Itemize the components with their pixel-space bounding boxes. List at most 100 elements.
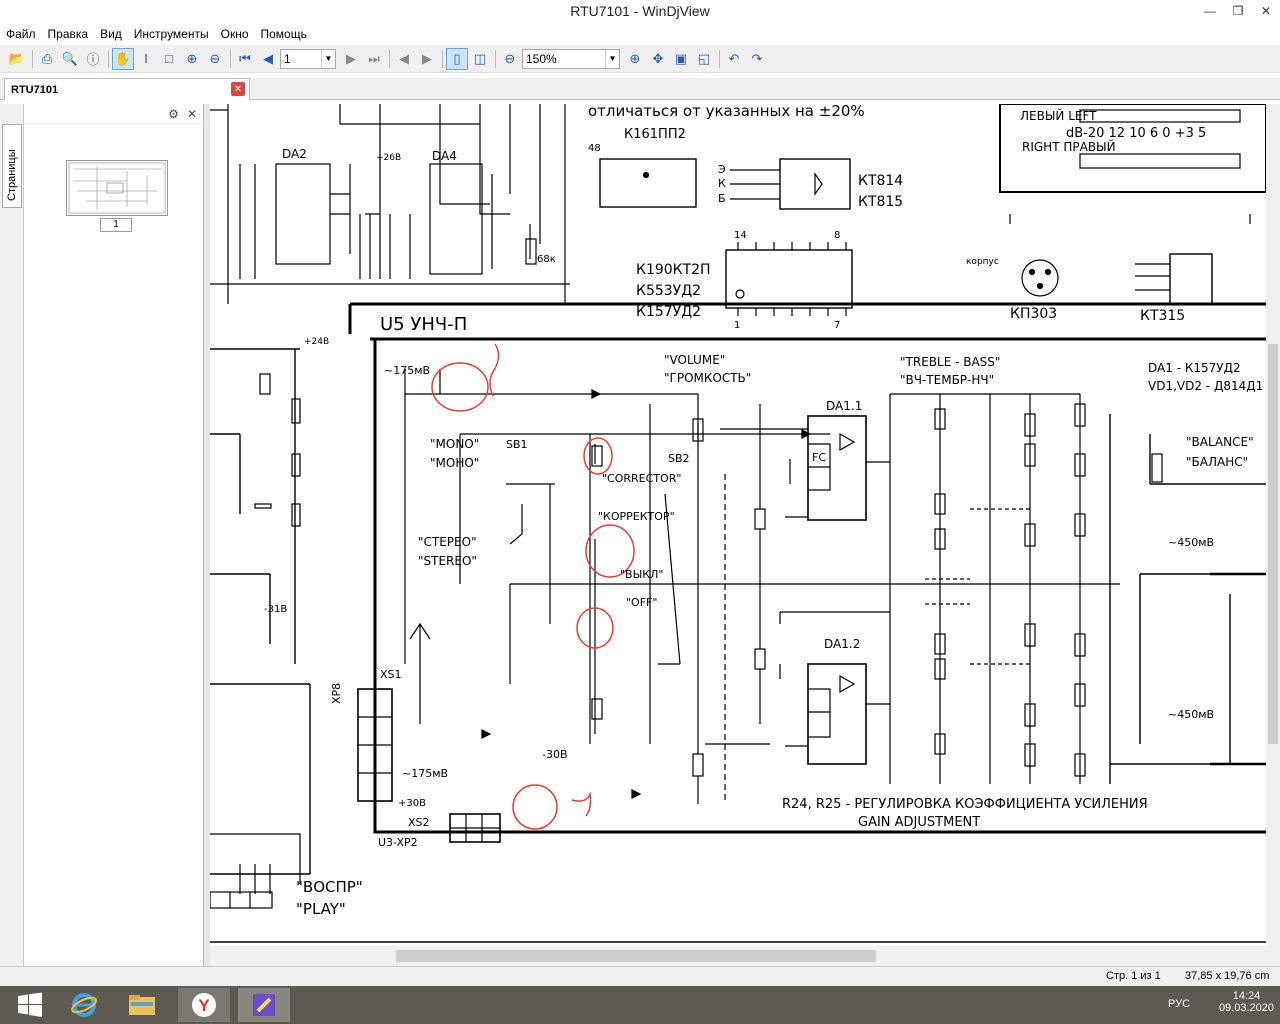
zoom-out-icon[interactable]: ⊖ xyxy=(499,48,521,70)
title-bar: RTU7101 - WinDjView — ❐ ✕ xyxy=(0,0,1280,24)
status-bar: Стр. 1 из 1 37,85 x 19,76 cm xyxy=(0,966,1280,986)
two-pages-icon[interactable]: ◫ xyxy=(469,48,491,70)
menu-help[interactable]: Помощь xyxy=(261,27,307,41)
label-fc: FC xyxy=(812,451,826,464)
label-vykl: "ВЫКЛ" xyxy=(620,568,663,581)
select-rect-icon[interactable]: □ xyxy=(158,48,180,70)
document-tab-bar: RTU7101 ✕ xyxy=(0,78,1280,100)
label-b: Б xyxy=(718,192,726,205)
label-vd: VD1,VD2 - Д814Д1 xyxy=(1148,379,1263,393)
rotate-right-icon[interactable]: ↷ xyxy=(746,48,768,70)
windows-start-icon[interactable] xyxy=(4,988,56,1022)
chevron-down-icon: ▼ xyxy=(321,49,335,68)
clock[interactable]: 14:24 09.03.2020 xyxy=(1219,990,1274,1014)
yandex-browser-icon[interactable]: Y xyxy=(178,988,230,1022)
close-tab-icon[interactable]: ✕ xyxy=(231,82,245,96)
label-da4: DA4 xyxy=(432,149,457,163)
keyboard-language[interactable]: РУС xyxy=(1168,998,1190,1010)
label-u5: U5 УНЧ-П xyxy=(380,314,467,335)
page-number-value: 1 xyxy=(284,51,291,66)
maximize-button[interactable]: ❐ xyxy=(1224,0,1252,22)
label-left: ЛЕВЫЙ LEFT xyxy=(1020,108,1097,123)
label-v308p: +30В xyxy=(398,798,426,809)
label-balans: "БАЛАНС" xyxy=(1186,455,1248,469)
label-ic-pin7: 7 xyxy=(834,320,840,331)
label-db-scale: dB-20 12 10 6 0 +3 5 xyxy=(1066,126,1206,141)
label-stereo-ru: "СТЕРЕО" xyxy=(418,535,477,549)
label-mono: "MONO" xyxy=(430,437,479,451)
actual-size-icon[interactable]: ◱ xyxy=(693,48,715,70)
label-mv175-top: ~175мВ xyxy=(384,364,430,377)
menu-bar: Файл Правка Вид Инструменты Окно Помощь xyxy=(0,24,1280,44)
find-icon[interactable]: 🔍 xyxy=(59,48,81,70)
tab-pages[interactable]: Страницы xyxy=(2,124,22,208)
close-panel-icon[interactable]: ✕ xyxy=(187,107,197,121)
gear-icon[interactable]: ⚙ xyxy=(168,107,179,121)
label-k: К xyxy=(718,177,726,190)
fit-width-icon[interactable]: ▣ xyxy=(670,48,692,70)
page-thumbnail[interactable] xyxy=(66,160,168,216)
menu-edit[interactable]: Правка xyxy=(48,27,89,41)
hand-tool-icon[interactable]: ✋ xyxy=(112,47,134,70)
zoom-out-tool-icon[interactable]: ⊖ xyxy=(204,48,226,70)
toolbar: 📂 ⎙ 🔍 ⓘ ✋ I □ ⊕ ⊖ ⏮ ◀ 1 ▼ ▶ ⏭ ◀ ▶ ▯ ◫ ⊖ … xyxy=(0,45,1280,73)
label-balance: "BALANCE" xyxy=(1186,435,1254,449)
page-number-select[interactable]: 1 ▼ xyxy=(280,48,336,69)
menu-view[interactable]: Вид xyxy=(100,27,122,41)
svg-text:Y: Y xyxy=(198,996,210,1015)
label-treble: "TREBLE - BASS" xyxy=(900,355,1000,369)
label-ic-pin1: 1 xyxy=(734,320,740,331)
prev-page-icon[interactable]: ◀ xyxy=(257,48,279,70)
label-pin48: 48 xyxy=(588,143,601,154)
status-page-size: 37,85 x 19,76 cm xyxy=(1185,970,1270,982)
label-sb2: SB2 xyxy=(668,452,690,465)
window-title: RTU7101 - WinDjView xyxy=(570,3,710,19)
label-e: Э xyxy=(718,163,726,176)
label-mv450-bottom: ~450мВ xyxy=(1168,708,1214,721)
first-page-icon[interactable]: ⏮ xyxy=(234,48,256,70)
taskbar: Y РУС 14:24 09.03.2020 xyxy=(0,986,1280,1024)
forward-icon[interactable]: ▶ xyxy=(416,48,438,70)
label-da2: DA2 xyxy=(282,147,307,161)
label-kt814: КТ814 xyxy=(858,173,903,189)
zoom-in-tool-icon[interactable]: ⊕ xyxy=(181,48,203,70)
zoom-in-icon[interactable]: ⊕ xyxy=(624,48,646,70)
schematic-page: отличаться от указанных на ±20% К161ПП2 … xyxy=(210,104,1266,943)
tab-pages-label: Страницы xyxy=(6,149,18,201)
minimize-button[interactable]: — xyxy=(1196,0,1224,22)
schematic-top-note: отличаться от указанных на ±20% xyxy=(588,104,865,120)
rotate-left-icon[interactable]: ↶ xyxy=(723,48,745,70)
document-view[interactable]: отличаться от указанных на ±20% К161ПП2 … xyxy=(210,104,1266,946)
label-k190: К190КТ2П xyxy=(636,262,711,278)
vertical-scrollbar[interactable] xyxy=(1266,104,1280,946)
file-explorer-icon[interactable] xyxy=(116,988,168,1022)
label-korrektor: "КОРРЕКТОР" xyxy=(598,510,675,523)
horizontal-scrollbar[interactable] xyxy=(210,946,1280,966)
windjview-taskbar-icon[interactable] xyxy=(238,988,290,1022)
clock-time: 14:24 xyxy=(1232,990,1261,1002)
single-page-icon[interactable]: ▯ xyxy=(446,47,468,70)
label-sb1: SB1 xyxy=(506,438,528,451)
info-icon[interactable]: ⓘ xyxy=(82,48,104,70)
label-da11: DA1.1 xyxy=(826,399,862,413)
back-icon[interactable]: ◀ xyxy=(393,48,415,70)
fit-page-icon[interactable]: ✥ xyxy=(647,48,669,70)
tab-rtu7101[interactable]: RTU7101 ✕ xyxy=(4,78,250,100)
select-text-icon[interactable]: I xyxy=(135,48,157,70)
label-xp8: XP8 xyxy=(330,683,343,704)
next-page-icon[interactable]: ▶ xyxy=(340,48,362,70)
label-off: "OFF" xyxy=(626,596,657,609)
internet-explorer-icon[interactable] xyxy=(58,988,110,1022)
print-icon[interactable]: ⎙ xyxy=(36,48,58,70)
close-button[interactable]: ✕ xyxy=(1252,0,1280,22)
menu-tools[interactable]: Инструменты xyxy=(134,27,209,41)
label-r15-68k: 68к xyxy=(537,254,556,265)
thumbnails-panel: ⚙ ✕ 1 xyxy=(24,104,204,966)
zoom-select[interactable]: 150% ▼ xyxy=(522,48,620,69)
menu-file[interactable]: Файл xyxy=(6,27,36,41)
tab-label: RTU7101 xyxy=(11,83,59,96)
last-page-icon[interactable]: ⏭ xyxy=(363,48,385,70)
open-icon[interactable]: 📂 xyxy=(6,48,28,70)
menu-window[interactable]: Окно xyxy=(221,27,249,41)
zoom-value: 150% xyxy=(526,51,557,66)
